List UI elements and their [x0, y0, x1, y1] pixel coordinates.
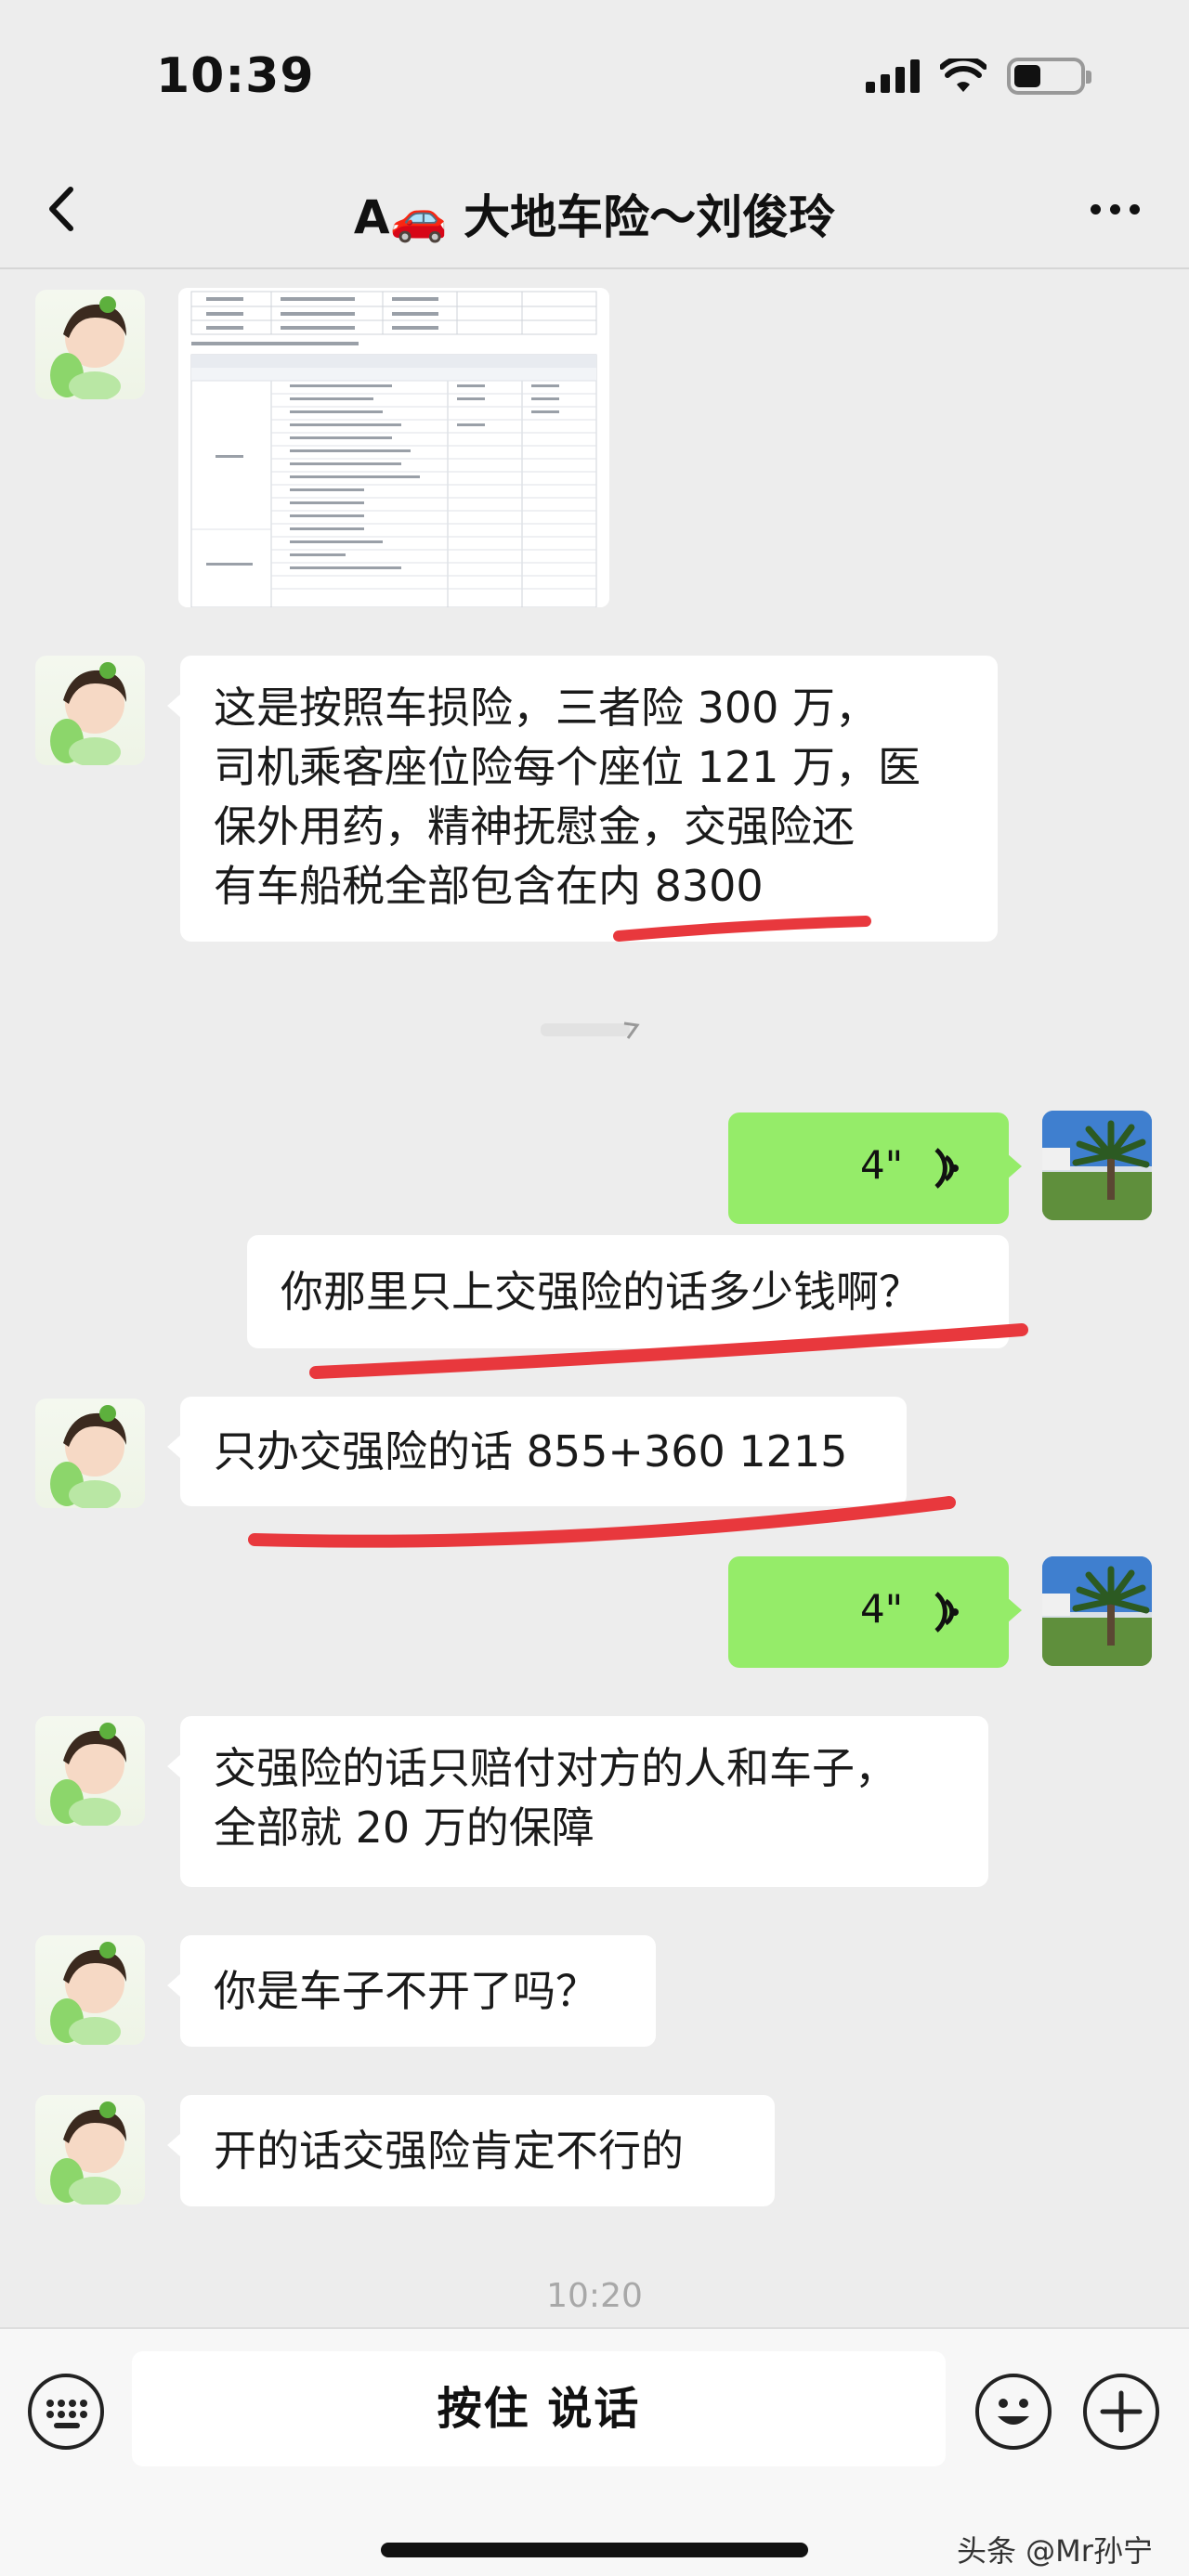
- voice-duration: 4": [860, 1142, 904, 1188]
- message-text: 你那里只上交强险的话多少钱啊？: [281, 1267, 921, 1317]
- more-options-icon[interactable]: [1078, 186, 1152, 232]
- emoji-icon[interactable]: [975, 2374, 1052, 2450]
- chat-header: A🚗 大地车险～刘俊玲: [0, 149, 1189, 269]
- message-bubble[interactable]: 你是车子不开了吗？: [167, 1935, 656, 2047]
- voice-wave-icon: [934, 1592, 959, 1633]
- hold-to-talk-button[interactable]: 按住 说话: [132, 2351, 946, 2466]
- wifi-icon: [940, 59, 986, 92]
- message-bubble[interactable]: 这是按照车损险，三者险 300 万， 司机乘客座位险每个座位 121 万，医 保…: [167, 656, 998, 942]
- home-indicator[interactable]: [381, 2543, 808, 2557]
- contact-avatar[interactable]: [35, 290, 145, 399]
- image-message-insurance-table[interactable]: [178, 288, 609, 607]
- red-underline-annotation: [248, 1496, 956, 1548]
- message-line: 司机乘客座位险每个座位 121 万，医: [214, 742, 921, 792]
- voice-message[interactable]: 4": [728, 1112, 1022, 1224]
- plus-icon[interactable]: [1083, 2374, 1159, 2450]
- input-bar: 按住 说话 头条 @Mr孙宁: [0, 2327, 1189, 2576]
- message-bubble[interactable]: 交强险的话只赔付对方的人和车子， 全部就 20 万的保障: [167, 1716, 988, 1887]
- message-text: 你是车子不开了吗？: [214, 1966, 598, 2016]
- message-line: 交强险的话只赔付对方的人和车子，: [214, 1743, 897, 1793]
- insurance-table-thumbnail: [178, 288, 609, 607]
- voice-wave-icon: [934, 1148, 959, 1189]
- keyboard-icon[interactable]: [28, 2374, 104, 2450]
- watermark-text: 头条 @Mr孙宁: [957, 2533, 1153, 2569]
- status-bar: 10:39: [0, 0, 1189, 149]
- voice-duration: 4": [860, 1586, 904, 1632]
- status-time: 10:39: [156, 48, 315, 104]
- battery-icon: [1007, 58, 1091, 95]
- message-text: 开的话交强险肯定不行的: [214, 2126, 684, 2176]
- message-bubble[interactable]: 开的话交强险肯定不行的: [167, 2095, 775, 2206]
- contact-avatar[interactable]: [35, 1716, 145, 1826]
- status-icons: [866, 58, 1091, 95]
- message-line: 全部就 20 万的保障: [214, 1802, 594, 1853]
- red-underline-annotation: [613, 916, 871, 942]
- contact-avatar[interactable]: [35, 1935, 145, 2045]
- contact-avatar[interactable]: [35, 656, 145, 765]
- cellular-signal-icon: [866, 59, 920, 93]
- message-line: 有车船税全部包含在内 8300: [214, 861, 764, 911]
- red-underline-annotation: [309, 1323, 1028, 1379]
- voice-message[interactable]: 4": [728, 1556, 1022, 1668]
- contact-avatar[interactable]: [35, 2095, 145, 2205]
- chat-title: A🚗 大地车险～刘俊玲: [353, 190, 836, 244]
- my-avatar[interactable]: [1042, 1111, 1152, 1220]
- blurred-mark: [541, 1021, 640, 1039]
- message-timestamp: 10:20: [546, 2277, 643, 2315]
- my-avatar[interactable]: [1042, 1556, 1152, 1666]
- message-text: 只办交强险的话 855+360 1215: [214, 1426, 848, 1477]
- contact-avatar[interactable]: [35, 1399, 145, 1508]
- message-line: 这是按照车损险，三者险 300 万，: [214, 683, 879, 733]
- message-line: 保外用药，精神抚慰金，交强险还: [214, 801, 855, 852]
